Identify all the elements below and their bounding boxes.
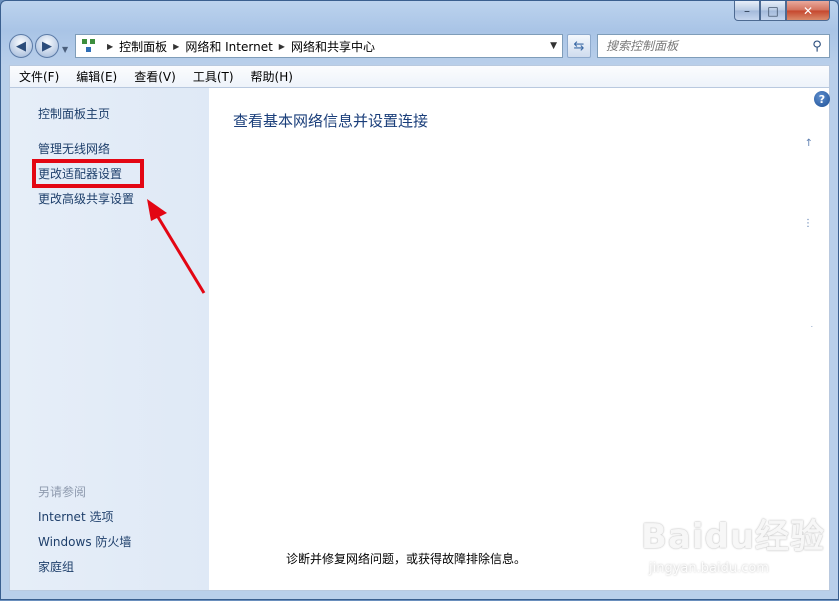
baidu-watermark: Baidu经验 jingyan.baidu.com xyxy=(641,509,826,576)
baidu-logo: Baidu经验 xyxy=(641,517,826,557)
control-panel-window: – □ ✕ ◀ ▶ ▼ ▶ 控制面板 ▶ 网络和 Internet ▶ 网络和共… xyxy=(0,0,839,600)
watermark-url: jingyan.baidu.com xyxy=(649,561,769,576)
